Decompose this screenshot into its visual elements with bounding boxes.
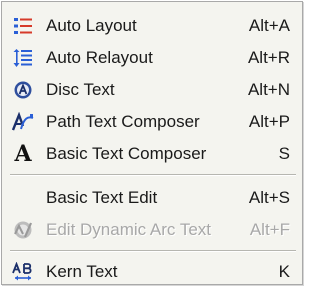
menu-item-shortcut: Alt+S [248, 188, 290, 207]
menu-item-shortcut: Alt+N [247, 80, 290, 99]
menu-item-label: Basic Text Edit [46, 188, 158, 207]
disc-text-icon [12, 80, 34, 100]
menu-item-shortcut: K [278, 262, 290, 281]
path-text-icon [12, 112, 34, 132]
menu-item-label: Edit Dynamic Arc Text [46, 220, 212, 239]
menu-item-shortcut: Alt+P [248, 112, 290, 131]
menu-item-basic-text-edit[interactable]: Basic Text Edit Alt+S [2, 182, 302, 212]
menu-item-auto-layout[interactable]: Auto Layout Alt+A [2, 10, 302, 40]
kern-text-icon [12, 262, 34, 282]
menu-item-label: Auto Relayout [46, 48, 153, 67]
menu-separator [10, 250, 296, 252]
menu-item-shortcut: S [278, 144, 290, 163]
menu-item-label: Basic Text Composer [46, 144, 207, 163]
menu-item-edit-dynamic-arc-text: Edit Dynamic Arc Text Alt+F [2, 214, 302, 244]
menu-item-shortcut: Alt+F [249, 220, 290, 239]
menu-item-disc-text[interactable]: Disc Text Alt+N [2, 74, 302, 104]
basic-text-icon: A [12, 141, 34, 167]
dynamic-arc-text-icon [12, 220, 34, 240]
menu-item-shortcut: Alt+A [248, 16, 290, 35]
menu-item-kern-text[interactable]: Kern Text K [2, 256, 302, 286]
menu-item-label: Auto Layout [46, 16, 137, 35]
menu-item-auto-relayout[interactable]: Auto Relayout Alt+R [2, 42, 302, 72]
menu-item-path-text-composer[interactable]: Path Text Composer Alt+P [2, 106, 302, 136]
basic-text-glyph: A [14, 141, 32, 167]
auto-layout-icon [12, 16, 34, 36]
menu-item-label: Kern Text [46, 262, 118, 281]
context-menu: Auto Layout Alt+A Auto Relayout Alt+R Di… [1, 1, 303, 285]
menu-item-label: Disc Text [46, 80, 115, 99]
menu-item-label: Path Text Composer [46, 112, 200, 131]
menu-item-basic-text-composer[interactable]: A Basic Text Composer S [2, 138, 302, 168]
menu-item-shortcut: Alt+R [247, 48, 290, 67]
menu-separator [10, 174, 296, 176]
auto-relayout-icon [12, 48, 34, 68]
